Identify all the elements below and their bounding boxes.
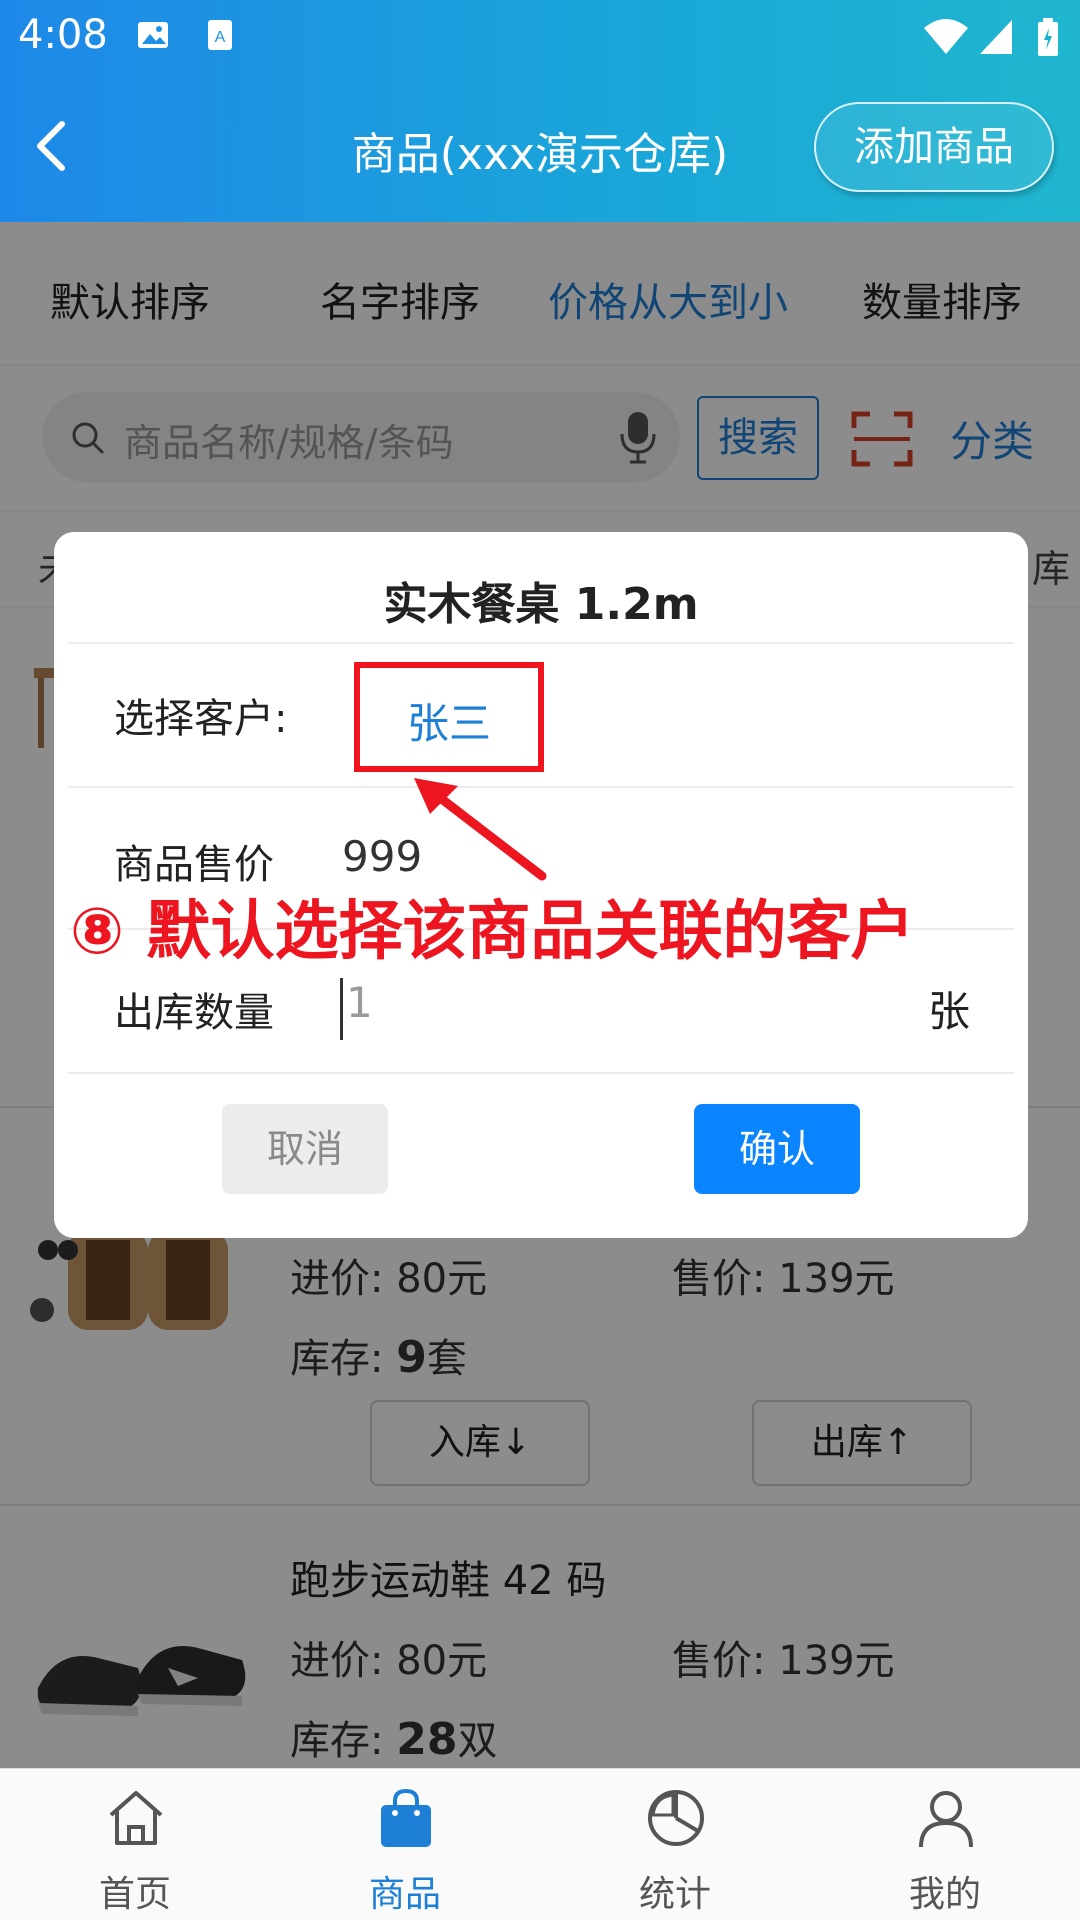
app-header: 4:08 A 商品(xxx演示仓库) 添加商品 <box>0 0 1080 222</box>
tab-products-label: 商品 <box>368 1874 441 1915</box>
tab-stats-label: 统计 <box>638 1874 711 1915</box>
bottom-nav: 首页 商品 统计 我的 <box>0 1768 1080 1920</box>
quantity-unit: 张 <box>927 987 970 1036</box>
confirm-button[interactable]: 确认 <box>694 1104 860 1194</box>
customer-label: 选择客户: <box>114 696 288 742</box>
divider <box>68 642 1014 644</box>
tab-mine-label: 我的 <box>908 1874 981 1915</box>
battery-icon <box>1036 18 1060 62</box>
tab-products[interactable]: 商品 <box>270 1769 540 1920</box>
cancel-button[interactable]: 取消 <box>222 1104 388 1194</box>
tab-stats[interactable]: 统计 <box>540 1769 810 1920</box>
status-time: 4:08 <box>18 12 108 58</box>
home-icon <box>105 1787 167 1853</box>
app-notification-icon: A <box>206 18 234 56</box>
divider <box>68 1072 1014 1074</box>
tab-home[interactable]: 首页 <box>0 1769 270 1920</box>
dialog-title: 实木餐桌 1.2m <box>383 579 699 630</box>
status-bar: 4:08 A <box>0 0 1080 76</box>
text-cursor <box>340 978 343 1040</box>
image-notification-icon <box>136 18 170 56</box>
wifi-icon <box>922 18 970 60</box>
header-row: 商品(xxx演示仓库) 添加商品 <box>0 96 1080 196</box>
customer-selector[interactable]: 张三 <box>354 662 544 772</box>
shopping-bag-icon <box>375 1787 437 1853</box>
add-product-button[interactable]: 添加商品 <box>814 102 1054 192</box>
customer-value: 张三 <box>406 699 491 748</box>
quantity-input[interactable]: 1 <box>346 978 373 1027</box>
tab-mine[interactable]: 我的 <box>810 1769 1080 1920</box>
user-icon <box>915 1787 977 1853</box>
annotation-text: ⑧ 默认选择该商品关联的客户 <box>70 895 915 969</box>
svg-text:A: A <box>215 29 226 46</box>
tab-home-label: 首页 <box>98 1874 171 1915</box>
signal-icon <box>978 18 1014 60</box>
pie-chart-icon <box>645 1787 707 1853</box>
quantity-label: 出库数量 <box>114 990 274 1036</box>
